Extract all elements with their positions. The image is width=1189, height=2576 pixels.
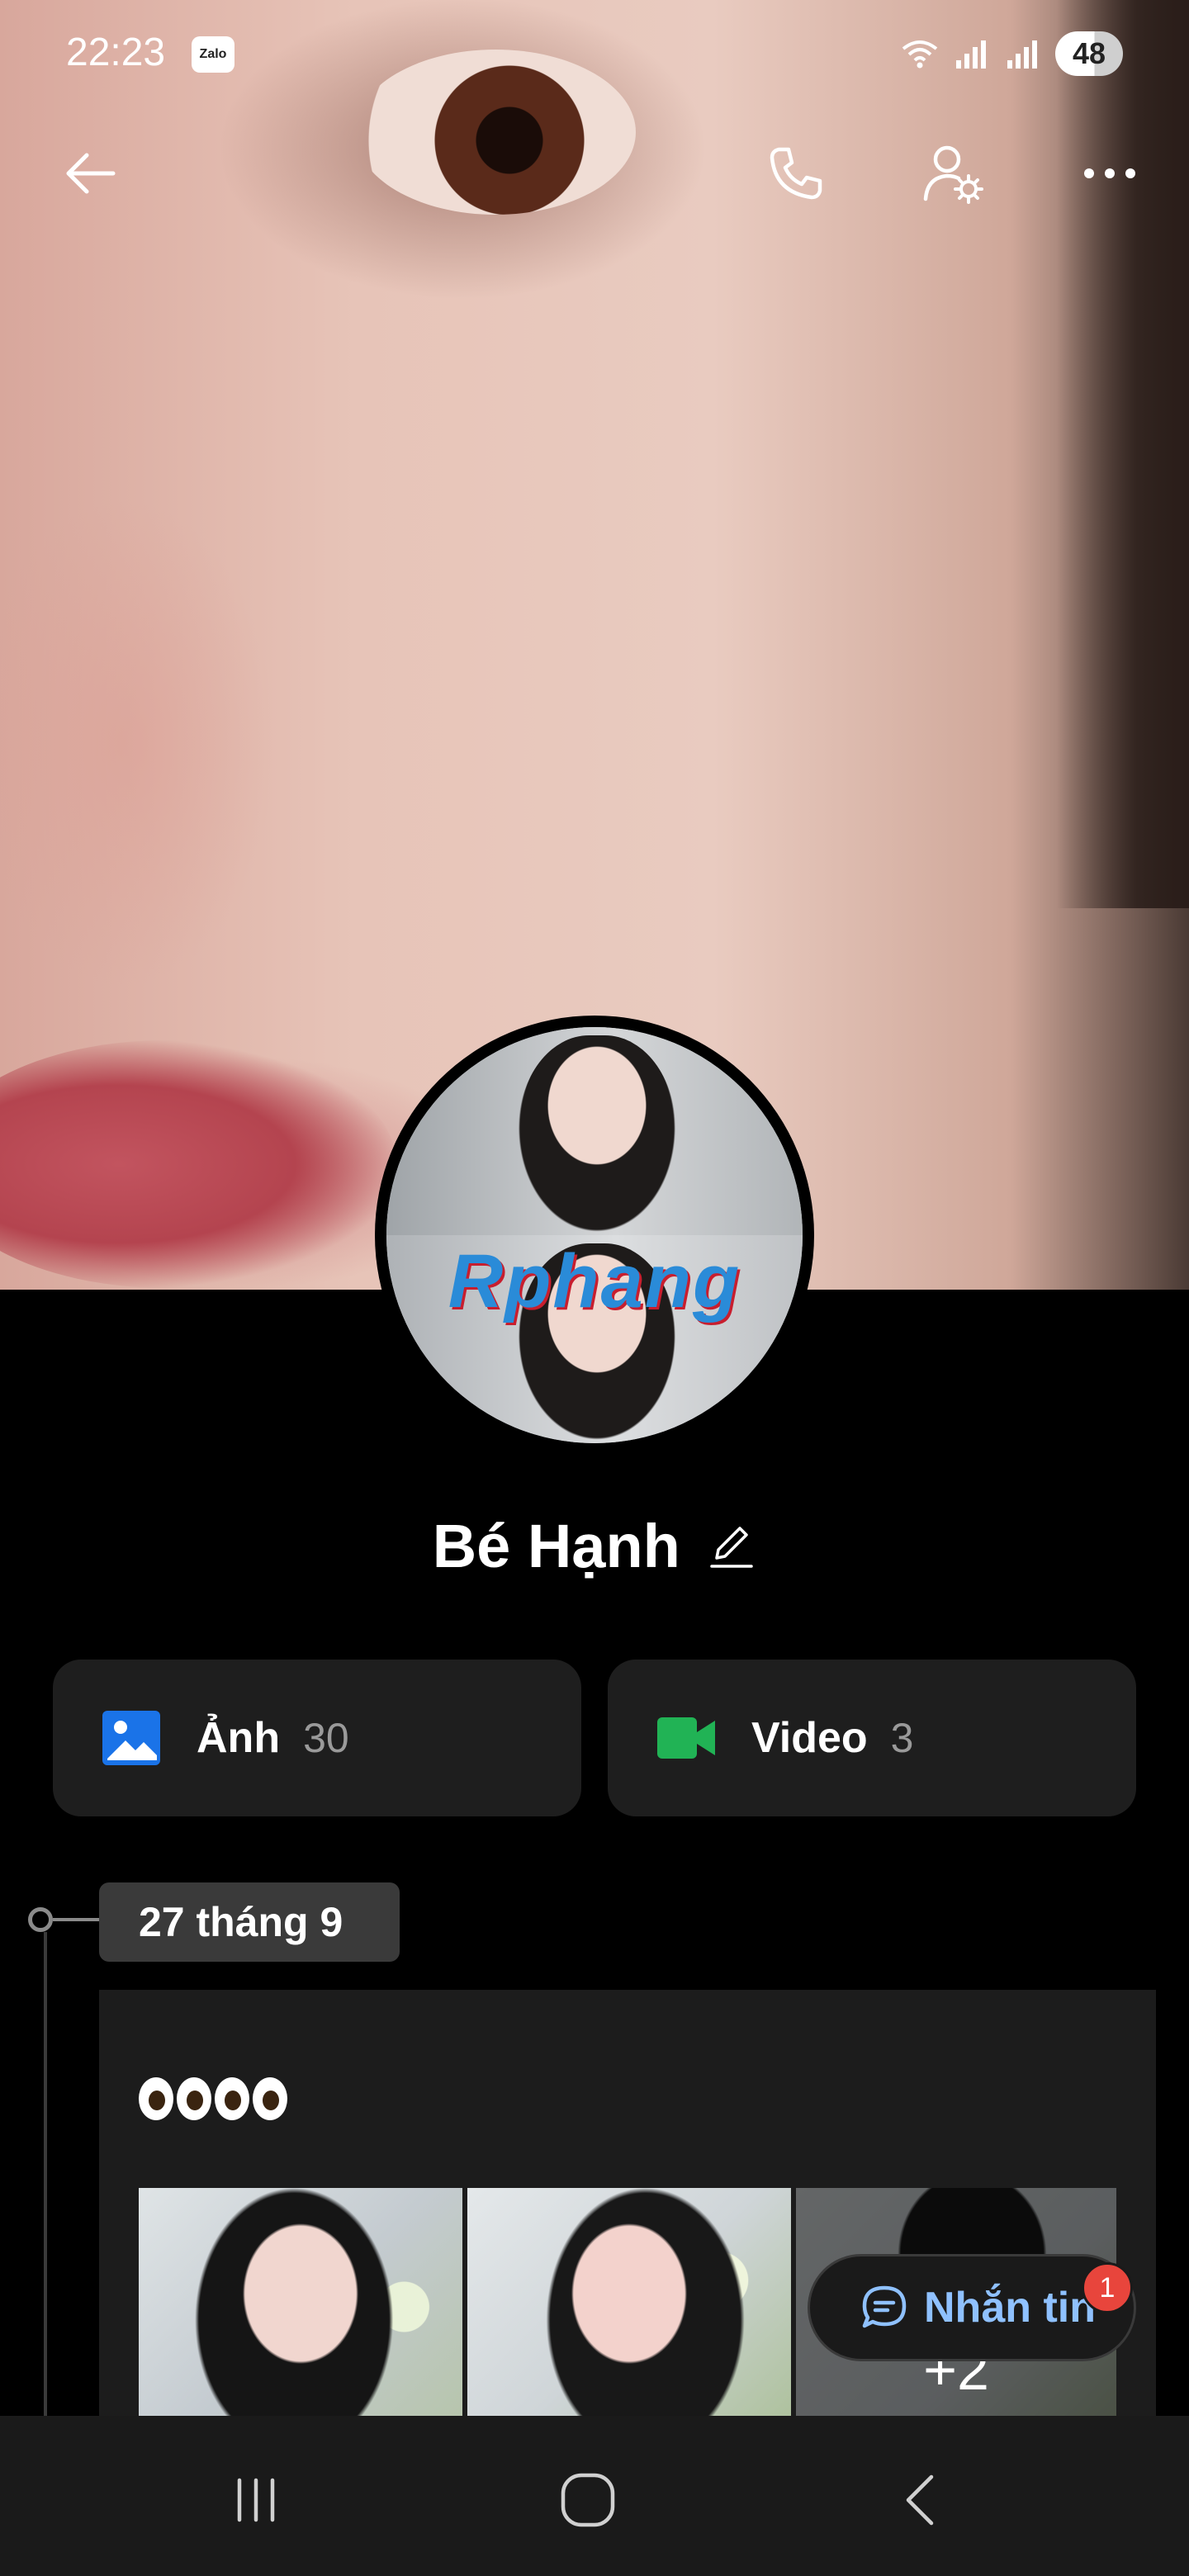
call-button[interactable]	[755, 132, 837, 215]
system-navigation-bar	[0, 2416, 1189, 2576]
profile-name: Bé Hạnh	[432, 1512, 680, 1580]
video-camera-icon	[657, 1717, 715, 1759]
chat-icon	[862, 2285, 907, 2328]
message-button[interactable]: Nhắn tin	[808, 2254, 1136, 2361]
avatar-image: Rphang	[386, 1027, 803, 1443]
photos-label: Ảnh	[197, 1714, 281, 1762]
home-icon	[561, 2473, 615, 2527]
message-button-label: Nhắn tin	[924, 2284, 1096, 2332]
cover-lips	[0, 1040, 396, 1288]
more-options-button[interactable]	[1068, 132, 1151, 215]
status-time: 22:23	[66, 31, 166, 74]
timeline-date: 27 tháng 9	[99, 1882, 400, 1962]
unread-badge: 1	[1082, 2262, 1133, 2313]
user-settings-icon	[923, 145, 983, 204]
recents-icon	[237, 2478, 275, 2522]
avatar-watermark: Rphang	[448, 1239, 741, 1324]
more-icon	[1084, 168, 1135, 178]
videos-card[interactable]: Video 3	[608, 1660, 1136, 1816]
image-icon	[102, 1711, 160, 1765]
photos-count: 30	[303, 1715, 349, 1761]
post-photo-2[interactable]	[467, 2188, 791, 2452]
photos-card[interactable]: Ảnh 30	[53, 1660, 581, 1816]
avatar-person-top	[519, 1035, 675, 1242]
back-button[interactable]	[50, 132, 132, 215]
recents-button[interactable]	[215, 2459, 297, 2541]
home-button[interactable]	[547, 2459, 629, 2541]
profile-name-row: Bé Hạnh	[0, 1511, 1189, 1581]
timeline-dot	[28, 1907, 53, 1932]
wifi-icon	[902, 40, 938, 69]
status-bar: 22:23 Zalo 48	[0, 0, 1189, 107]
battery-indicator: 48	[1055, 31, 1123, 76]
profile-avatar[interactable]: Rphang	[375, 1016, 814, 1455]
timeline-line	[44, 1932, 47, 2427]
profile-settings-button[interactable]	[912, 132, 994, 215]
timeline-connector	[53, 1918, 99, 1921]
eyes-emoji	[139, 2077, 173, 2121]
signal-2-icon	[1007, 40, 1037, 69]
zalo-notification-icon: Zalo	[192, 36, 234, 73]
post-text	[139, 2064, 291, 2125]
post-photo-1[interactable]	[139, 2188, 462, 2452]
signal-1-icon	[956, 40, 986, 69]
system-back-button[interactable]	[880, 2459, 963, 2541]
status-icons: 48	[902, 31, 1123, 76]
timeline-post[interactable]: +2	[99, 1990, 1156, 2452]
videos-label: Video	[751, 1714, 868, 1762]
videos-count: 3	[890, 1715, 914, 1761]
phone-icon	[770, 147, 822, 200]
nav-back-icon	[906, 2474, 934, 2526]
back-icon	[66, 153, 116, 194]
edit-icon[interactable]	[707, 1522, 756, 1571]
